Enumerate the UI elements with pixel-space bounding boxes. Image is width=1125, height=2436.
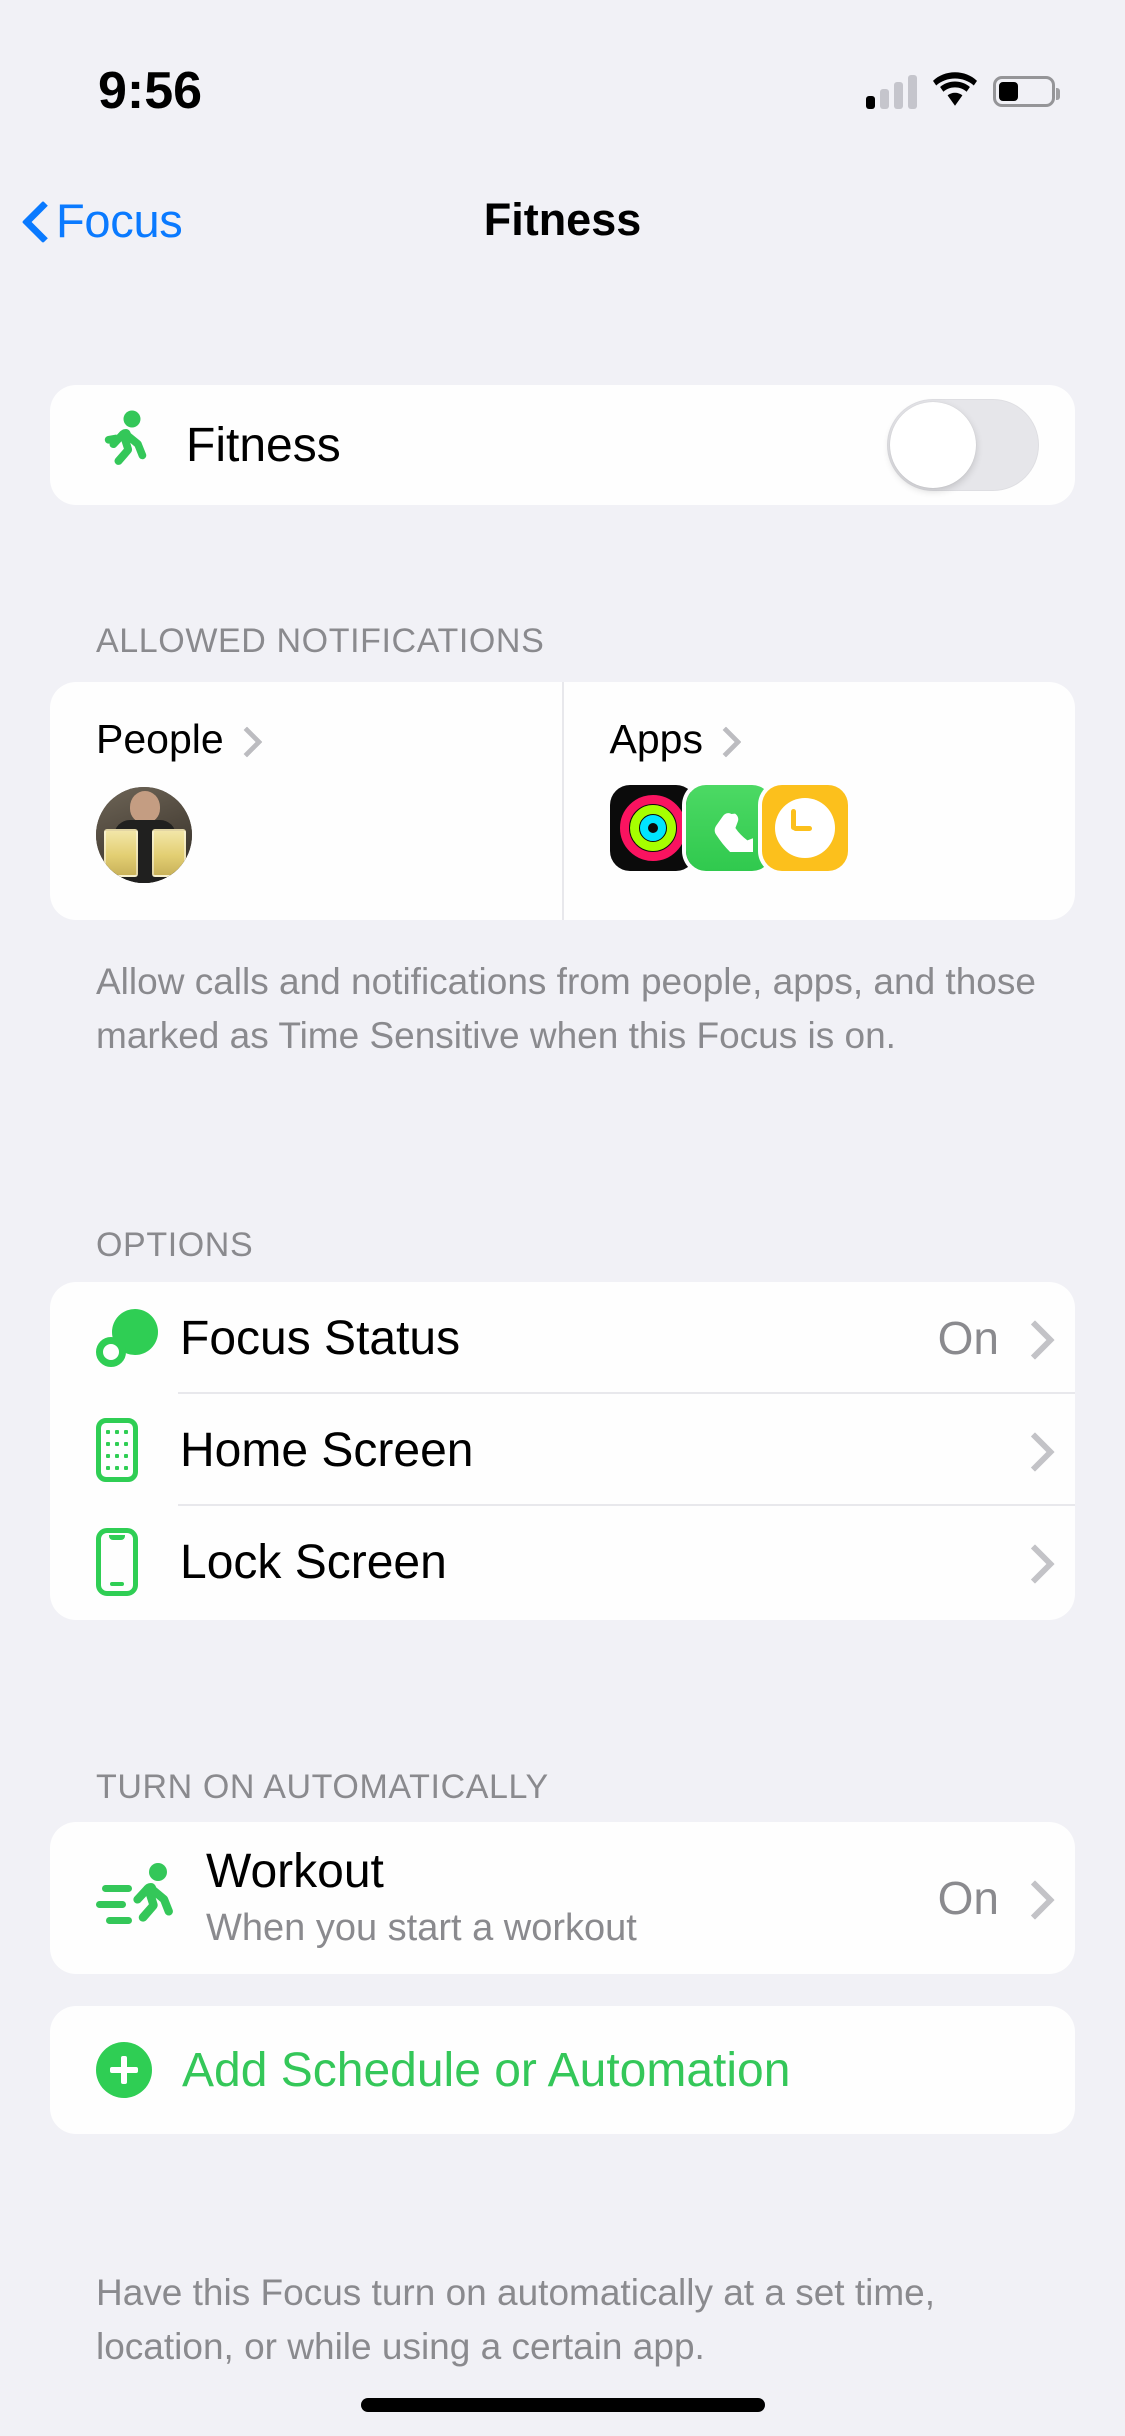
status-bar-time: 9:56 [98, 62, 203, 120]
chevron-right-icon [1021, 1433, 1039, 1467]
status-bar: 9:56 [0, 0, 1125, 140]
workout-value: On [937, 1872, 999, 1924]
add-schedule-or-automation-button[interactable]: Add Schedule or Automation [50, 2006, 1075, 2134]
phone-app-icon [685, 785, 772, 871]
chevron-right-icon [1021, 1545, 1039, 1579]
allowed-notifications-header: ALLOWED NOTIFICATIONS [96, 622, 545, 660]
fitness-focus-toggle-row[interactable]: Fitness [50, 385, 1075, 505]
workout-title: Workout [206, 1845, 384, 1898]
wifi-icon [933, 71, 977, 111]
chevron-right-icon [1021, 1321, 1039, 1355]
fitness-toggle-label: Fitness [186, 418, 341, 472]
focus-status-value: On [937, 1312, 999, 1364]
people-label: People [96, 716, 224, 762]
workout-text: Workout When you start a workout [206, 1843, 938, 1953]
allowed-app-icons [609, 785, 1076, 871]
home-screen-label: Home Screen [180, 1423, 474, 1477]
iphone-screen: 9:56 Focus Fitness Fitness ALLOWED NOTIF… [0, 0, 1125, 2436]
contact-avatar [96, 787, 192, 883]
cellular-bars-icon [866, 73, 917, 109]
people-cell[interactable]: People [50, 682, 562, 920]
option-row-lock-screen[interactable]: Lock Screen [50, 1506, 1075, 1618]
chevron-right-icon [1021, 1881, 1039, 1915]
option-row-home-screen[interactable]: Home Screen [50, 1394, 1075, 1506]
turn-on-automatically-footnote: Have this Focus turn on automatically at… [96, 2272, 936, 2367]
workout-subtitle: When you start a workout [206, 1907, 637, 1949]
page-title: Fitness [483, 194, 642, 245]
add-schedule-label: Add Schedule or Automation [182, 2043, 791, 2097]
fitness-app-icon [609, 785, 696, 871]
running-person-icon [96, 410, 154, 481]
focus-status-label: Focus Status [180, 1311, 461, 1365]
navigation-bar: Focus Fitness [0, 170, 1125, 270]
allowed-notifications-footnote: Allow calls and notifications from peopl… [96, 961, 1036, 1056]
plus-circle-icon [96, 2042, 152, 2098]
options-card: Focus Status On Home Screen Lock Screen [50, 1282, 1075, 1620]
options-header: OPTIONS [96, 1226, 254, 1264]
lock-screen-icon [96, 1528, 162, 1596]
apps-cell[interactable]: Apps [561, 682, 1076, 920]
lock-screen-label: Lock Screen [180, 1535, 447, 1589]
focus-status-icon [96, 1309, 162, 1367]
status-bar-indicators [866, 71, 1060, 111]
turn-on-automatically-header: TURN ON AUTOMATICALLY [96, 1768, 549, 1806]
apps-cell-header: Apps [610, 716, 1076, 763]
chevron-right-icon [715, 727, 729, 753]
home-screen-icon [96, 1418, 162, 1482]
apps-label: Apps [609, 716, 703, 762]
allowed-notifications-card: People Apps [50, 682, 1075, 920]
option-row-focus-status[interactable]: Focus Status On [50, 1282, 1075, 1394]
fitness-focus-switch[interactable] [887, 399, 1039, 491]
automation-row-workout[interactable]: Workout When you start a workout On [50, 1822, 1075, 1974]
switch-knob [890, 402, 976, 488]
chevron-right-icon [236, 727, 250, 753]
home-indicator[interactable] [360, 2398, 765, 2412]
clock-app-icon [761, 785, 848, 871]
people-cell-header: People [96, 716, 562, 763]
running-person-motion-icon [96, 1861, 196, 1935]
battery-icon [993, 75, 1060, 107]
